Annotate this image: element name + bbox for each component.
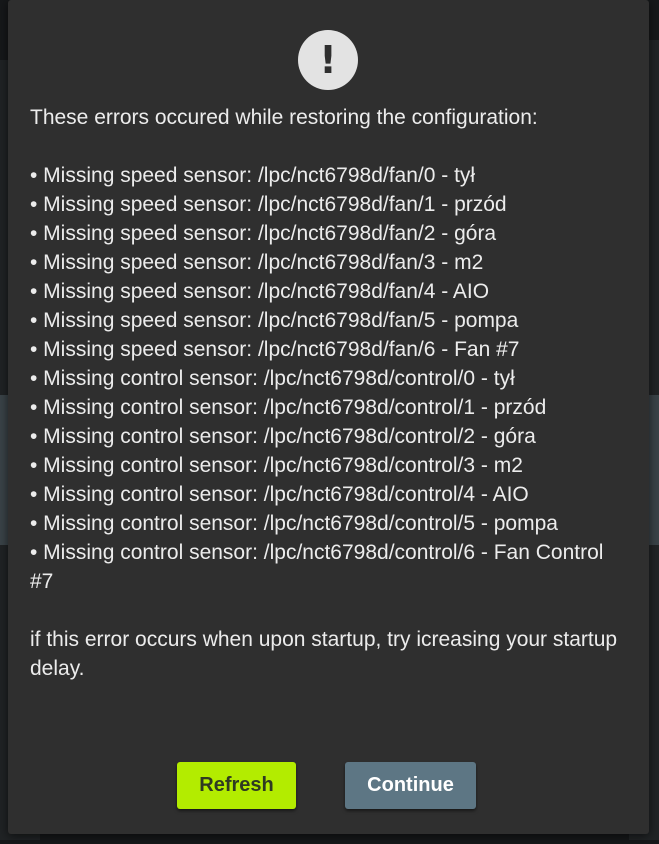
error-item: • Missing speed sensor: /lpc/nct6798d/fa… <box>30 309 519 332</box>
error-item: • Missing speed sensor: /lpc/nct6798d/fa… <box>30 222 497 245</box>
error-item: • Missing control sensor: /lpc/nct6798d/… <box>30 425 536 448</box>
error-item: • Missing control sensor: /lpc/nct6798d/… <box>30 483 529 506</box>
error-item: • Missing control sensor: /lpc/nct6798d/… <box>30 454 523 477</box>
error-list: • Missing speed sensor: /lpc/nct6798d/fa… <box>30 161 630 596</box>
error-dialog: ! These errors occured while restoring t… <box>8 0 649 834</box>
dialog-footer-note: if this error occurs when upon startup, … <box>30 628 618 680</box>
error-item: • Missing speed sensor: /lpc/nct6798d/fa… <box>30 251 484 274</box>
error-item: • Missing control sensor: /lpc/nct6798d/… <box>30 396 547 419</box>
error-item: • Missing control sensor: /lpc/nct6798d/… <box>30 512 558 535</box>
refresh-button[interactable]: Refresh <box>177 762 296 809</box>
error-item: • Missing control sensor: /lpc/nct6798d/… <box>30 541 604 593</box>
error-item: • Missing speed sensor: /lpc/nct6798d/fa… <box>30 280 490 303</box>
alert-exclamation-icon: ! <box>298 30 358 90</box>
error-item: • Missing control sensor: /lpc/nct6798d/… <box>30 367 515 390</box>
continue-button[interactable]: Continue <box>345 762 476 809</box>
error-item: • Missing speed sensor: /lpc/nct6798d/fa… <box>30 338 520 361</box>
dialog-heading: These errors occured while restoring the… <box>30 106 538 129</box>
error-item: • Missing speed sensor: /lpc/nct6798d/fa… <box>30 193 507 216</box>
error-item: • Missing speed sensor: /lpc/nct6798d/fa… <box>30 164 476 187</box>
dialog-message: These errors occured while restoring the… <box>30 103 630 683</box>
